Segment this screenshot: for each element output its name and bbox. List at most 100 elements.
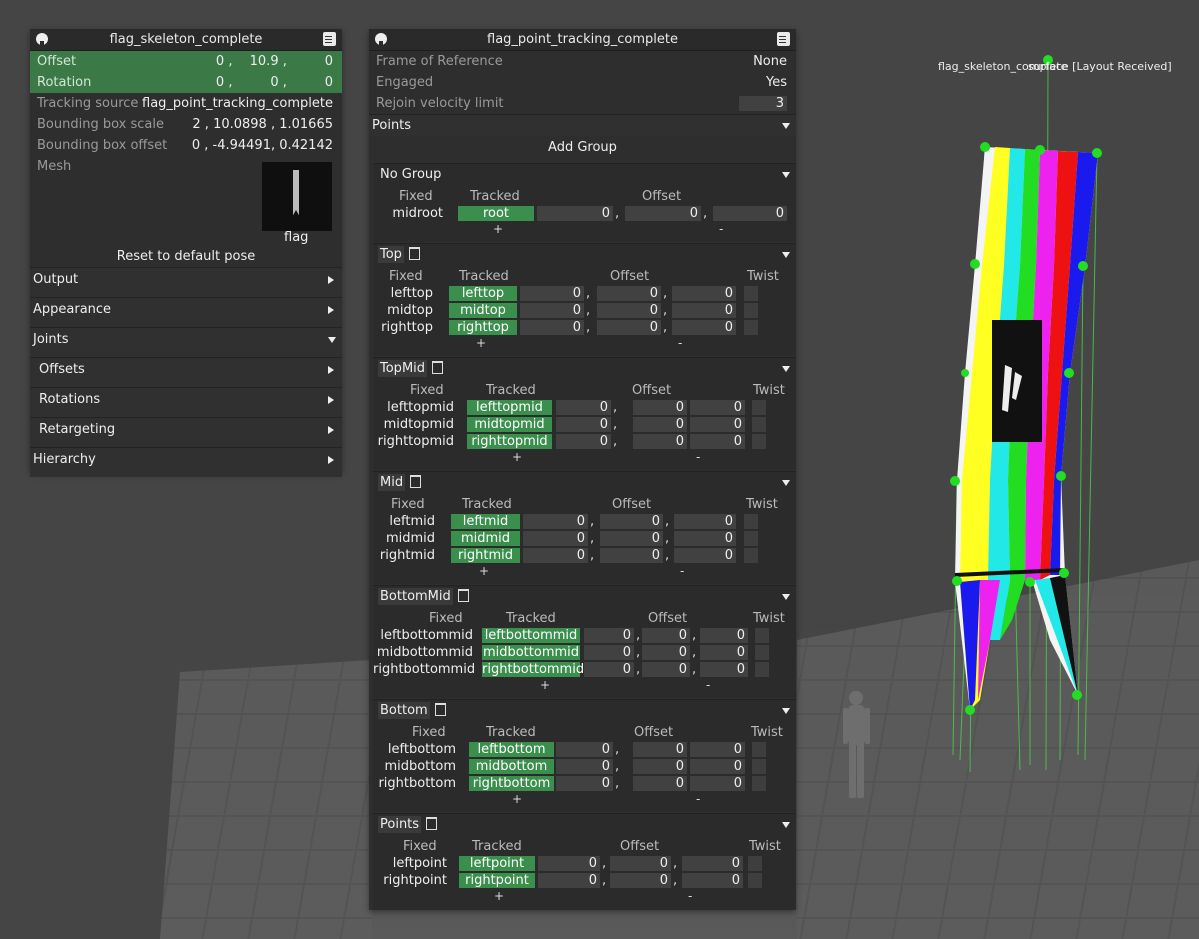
offset-z-field[interactable]: 0: [690, 759, 745, 774]
offset-z-field[interactable]: 0: [682, 856, 743, 871]
tracked-joint-field[interactable]: midtopmid: [467, 417, 552, 432]
offset-y-field[interactable]: 0: [633, 417, 687, 432]
remove-point-button[interactable]: -: [696, 450, 700, 465]
group-header[interactable]: BottomMid: [373, 586, 796, 607]
offset-x-field[interactable]: 0: [538, 873, 600, 888]
offset-y-field[interactable]: 0: [633, 759, 687, 774]
section-output[interactable]: Output: [30, 267, 342, 297]
frame-of-reference-value[interactable]: None: [753, 51, 787, 72]
section-joints[interactable]: Joints: [30, 327, 342, 357]
group-header[interactable]: Points: [373, 814, 796, 835]
notes-icon[interactable]: [777, 32, 790, 46]
info-icon[interactable]: [375, 33, 387, 45]
mesh-thumbnail[interactable]: [262, 162, 332, 231]
tracked-joint-field[interactable]: midtop: [449, 303, 517, 318]
group-name[interactable]: No Group: [378, 166, 443, 183]
section-appearance[interactable]: Appearance: [30, 297, 342, 327]
offset-x-field[interactable]: 0: [520, 320, 584, 335]
collapse-down-icon[interactable]: [782, 708, 790, 714]
offset-y-field[interactable]: 0: [633, 434, 687, 449]
collapse-down-icon[interactable]: [782, 480, 790, 486]
twist-field[interactable]: [752, 742, 766, 757]
tracked-joint-field[interactable]: leftbottommid: [482, 628, 580, 643]
offset-x-field[interactable]: 0: [556, 759, 613, 774]
twist-field[interactable]: [752, 400, 766, 415]
offset-z-field[interactable]: 0: [700, 628, 748, 643]
add-group-button[interactable]: Add Group: [369, 137, 796, 158]
twist-field[interactable]: [755, 628, 769, 643]
twist-field[interactable]: [752, 434, 766, 449]
rejoin-velocity-input[interactable]: 3: [739, 96, 787, 111]
section-rotations[interactable]: Rotations: [30, 387, 342, 417]
section-retargeting[interactable]: Retargeting: [30, 417, 342, 447]
point-tracking-titlebar[interactable]: flag_point_tracking_complete: [369, 29, 796, 51]
tracked-joint-field[interactable]: midmid: [451, 531, 520, 546]
trash-icon[interactable]: [434, 703, 446, 716]
remove-point-button[interactable]: -: [696, 792, 700, 807]
offset-y-field[interactable]: 0: [633, 742, 687, 757]
offset-z-field[interactable]: 0: [690, 776, 745, 791]
offset-z-field[interactable]: 0: [682, 873, 743, 888]
offset-x-field[interactable]: 0: [523, 548, 588, 563]
tracked-joint-field[interactable]: lefttopmid: [467, 400, 552, 415]
twist-field[interactable]: [744, 514, 758, 529]
remove-point-button[interactable]: -: [719, 222, 723, 237]
twist-field[interactable]: [752, 759, 766, 774]
tracked-joint-field[interactable]: leftbottom: [469, 742, 554, 757]
tracked-joint-field[interactable]: midbottom: [469, 759, 554, 774]
remove-point-button[interactable]: -: [706, 678, 710, 693]
info-icon[interactable]: [36, 33, 48, 45]
offset-y-field[interactable]: 0: [610, 856, 671, 871]
collapse-down-icon[interactable]: [782, 594, 790, 600]
offset-y-field[interactable]: 0: [633, 776, 687, 791]
offset-y-field[interactable]: 0: [642, 662, 690, 677]
offset-z[interactable]: 0: [291, 51, 333, 72]
group-name[interactable]: Bottom: [378, 702, 430, 719]
tracked-joint-field[interactable]: rightbottom: [469, 776, 554, 791]
offset-x-field[interactable]: 0: [523, 514, 588, 529]
offset-y-field[interactable]: 0: [625, 206, 701, 221]
tracked-joint-field[interactable]: righttopmid: [467, 434, 552, 449]
tracked-joint-field[interactable]: rightbottommid: [482, 662, 584, 677]
tracked-joint-field[interactable]: leftmid: [451, 514, 520, 529]
group-name[interactable]: Points: [378, 816, 422, 833]
twist-field[interactable]: [744, 303, 758, 318]
twist-field[interactable]: [744, 286, 758, 301]
twist-field[interactable]: [748, 856, 762, 871]
offset-z-field[interactable]: 0: [690, 742, 745, 757]
skeleton-panel-titlebar[interactable]: flag_skeleton_complete: [30, 29, 342, 51]
offset-y[interactable]: 10.9: [237, 51, 279, 72]
offset-x-field[interactable]: 0: [584, 645, 634, 660]
offset-z-field[interactable]: 0: [713, 206, 787, 221]
group-header[interactable]: No Group: [373, 164, 796, 185]
offset-z-field[interactable]: 0: [700, 662, 748, 677]
rotation-row[interactable]: Rotation 0 , 0 , 0: [30, 72, 342, 93]
offset-x-field[interactable]: 0: [556, 400, 611, 415]
group-name[interactable]: BottomMid: [378, 588, 453, 605]
offset-y-field[interactable]: 0: [633, 400, 687, 415]
twist-field[interactable]: [744, 531, 758, 546]
offset-y-field[interactable]: 0: [597, 286, 661, 301]
offset-z-field[interactable]: 0: [672, 286, 736, 301]
tracked-joint-field[interactable]: root: [458, 206, 534, 221]
twist-field[interactable]: [744, 320, 758, 335]
notes-icon[interactable]: [323, 32, 336, 46]
group-header[interactable]: TopMid: [373, 358, 796, 379]
add-point-button[interactable]: +: [476, 336, 486, 351]
remove-point-button[interactable]: -: [680, 564, 684, 579]
offset-x-field[interactable]: 0: [556, 434, 611, 449]
offset-y-field[interactable]: 0: [597, 303, 661, 318]
tracked-joint-field[interactable]: midbottommid: [482, 645, 580, 660]
twist-field[interactable]: [744, 548, 758, 563]
rotation-y[interactable]: 0: [237, 72, 278, 93]
tracked-joint-field[interactable]: lefttop: [449, 286, 517, 301]
group-name[interactable]: Top: [378, 246, 404, 263]
offset-y-field[interactable]: 0: [597, 320, 661, 335]
offset-y-field[interactable]: 0: [600, 514, 663, 529]
remove-point-button[interactable]: -: [688, 889, 692, 904]
offset-z-field[interactable]: 0: [672, 303, 736, 318]
offset-x-field[interactable]: 0: [556, 417, 611, 432]
engaged-value[interactable]: Yes: [766, 72, 787, 93]
add-point-button[interactable]: +: [479, 564, 489, 579]
section-hierarchy[interactable]: Hierarchy: [30, 447, 342, 477]
